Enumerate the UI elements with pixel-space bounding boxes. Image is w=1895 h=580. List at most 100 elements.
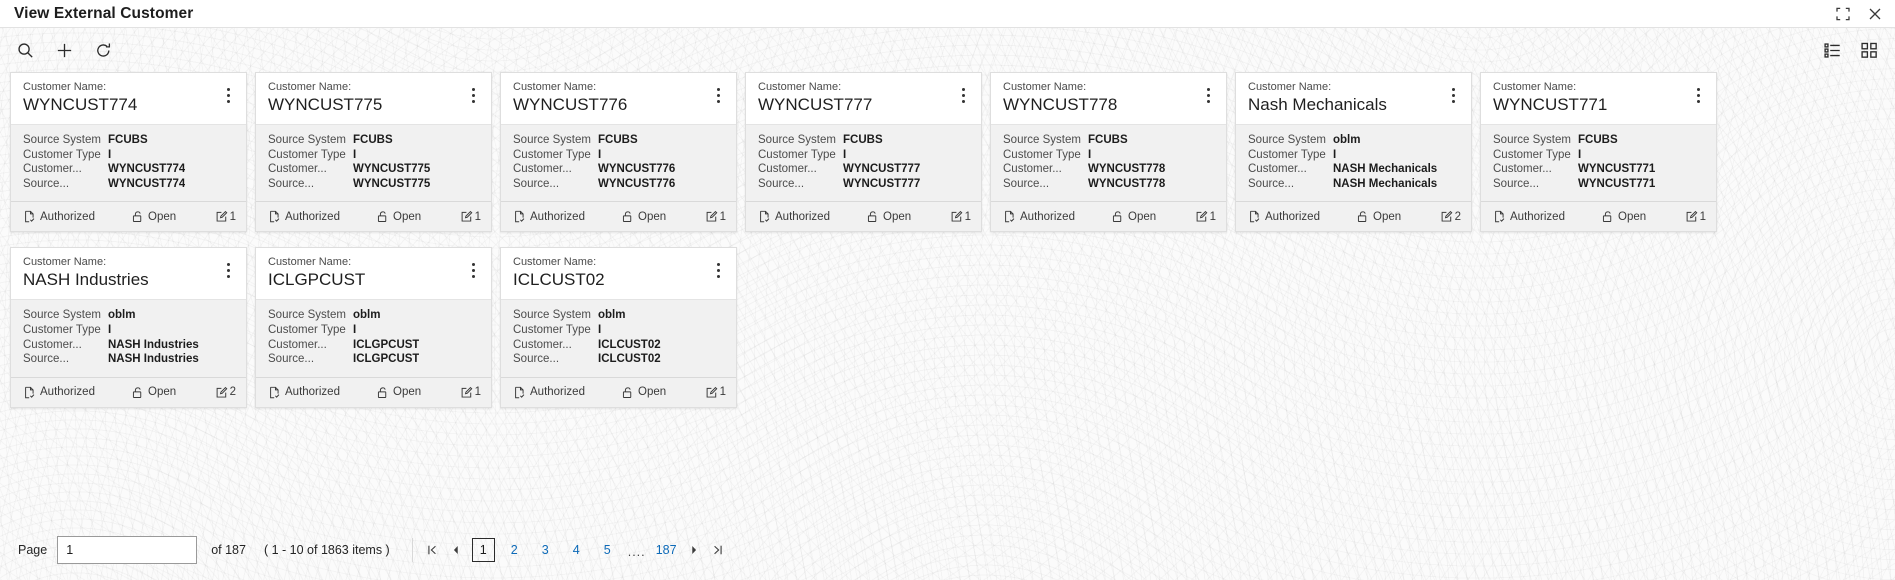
customer-name-value: WYNCUST777 [758, 95, 873, 114]
search-icon[interactable] [16, 41, 35, 60]
field-customer-type: Customer Type I [758, 148, 969, 163]
edit-square-icon [1685, 210, 1698, 223]
customer-card[interactable]: Customer Name: WYNCUST776 Source System FCU… [500, 72, 737, 233]
record-status-label: Open [883, 210, 912, 223]
grid-view-icon[interactable] [1860, 41, 1879, 60]
window-controls [1835, 0, 1883, 27]
field-source-reference: Source... WYNCUST774 [23, 177, 234, 192]
field-value: WYNCUST778 [1088, 163, 1166, 176]
card-header: Customer Name: WYNCUST775 [256, 73, 491, 124]
customer-card[interactable]: Customer Name: NASH Industries Source Syst… [10, 247, 247, 408]
field-value: NASH Industries [108, 338, 199, 351]
card-footer: Authorized Open 1 [256, 201, 491, 231]
field-key: Source... [758, 177, 805, 190]
pager-page-1[interactable]: 1 [471, 538, 495, 562]
list-view-icon[interactable] [1823, 41, 1842, 60]
field-value: ICLGPCUST [353, 338, 420, 351]
customer-name-label: Customer Name: [1003, 81, 1087, 93]
field-value: FCUBS [1578, 134, 1618, 146]
kebab-menu-icon[interactable] [1445, 84, 1461, 106]
kebab-menu-icon[interactable] [1200, 84, 1216, 106]
card-header-texts: Customer Name: ICLGPCUST [268, 255, 365, 291]
field-customer-number: Customer... ICLCUST02 [513, 338, 724, 353]
customer-card[interactable]: Customer Name: ICLGPCUST Source System oblm… [255, 247, 492, 408]
modification-count: 2 [1440, 210, 1461, 223]
edit-square-icon [950, 210, 963, 223]
previous-page-icon[interactable] [445, 538, 467, 562]
authorization-status-label: Authorized [285, 210, 340, 223]
next-page-icon[interactable] [683, 538, 705, 562]
card-body: Source System FCUBS Customer Type I Customer… [501, 124, 736, 201]
pager-page-last[interactable]: 187 [655, 538, 678, 562]
card-header: Customer Name: WYNCUST771 [1481, 73, 1716, 124]
refresh-icon[interactable] [94, 41, 113, 60]
field-source-reference: Source... ICLCUST02 [513, 352, 724, 367]
pager-page-2[interactable]: 2 [503, 538, 526, 562]
close-icon[interactable] [1867, 6, 1883, 22]
kebab-menu-icon[interactable] [710, 84, 726, 106]
edit-square-icon [215, 386, 228, 399]
card-footer: Authorized Open 2 [11, 376, 246, 407]
field-value: I [598, 323, 602, 336]
field-source-system: Source System FCUBS [513, 133, 724, 148]
kebab-menu-icon[interactable] [465, 259, 481, 281]
customer-card[interactable]: Customer Name: WYNCUST777 Source System FCU… [745, 72, 982, 233]
customer-card[interactable]: Customer Name: WYNCUST775 Source System FCU… [255, 72, 492, 233]
field-key: Customer Type [23, 323, 101, 336]
card-header: Customer Name: ICLGPCUST [256, 248, 491, 300]
record-status-label: Open [1618, 210, 1647, 223]
field-key: Source... [268, 177, 315, 190]
kebab-menu-icon[interactable] [220, 84, 236, 106]
restore-window-icon[interactable] [1835, 6, 1851, 22]
field-key: Customer Type [1493, 148, 1571, 161]
record-status-label: Open [393, 386, 422, 399]
card-header: Customer Name: WYNCUST774 [11, 73, 246, 124]
field-customer-number: Customer... WYNCUST777 [758, 162, 969, 177]
field-value: I [108, 323, 112, 336]
kebab-menu-icon[interactable] [1690, 84, 1706, 106]
go-to-first-page-icon[interactable] [421, 538, 443, 562]
pager-page-3[interactable]: 3 [534, 538, 557, 562]
customer-card[interactable]: Customer Name: ICLCUST02 Source System oblm… [500, 247, 737, 408]
customer-name-label: Customer Name: [23, 256, 107, 269]
field-source-system: Source System FCUBS [268, 133, 479, 148]
card-body: Source System FCUBS Customer Type I Customer… [746, 124, 981, 201]
document-check-icon [758, 210, 771, 223]
field-key: Source System [23, 309, 101, 322]
field-customer-number: Customer... WYNCUST775 [268, 162, 479, 177]
field-value: oblm [353, 309, 381, 322]
kebab-menu-icon[interactable] [220, 259, 236, 281]
go-to-last-page-icon[interactable] [707, 538, 729, 562]
unlock-icon [1601, 210, 1614, 223]
kebab-menu-icon[interactable] [465, 84, 481, 106]
field-customer-number: Customer... WYNCUST774 [23, 162, 234, 177]
customer-card[interactable]: Customer Name: WYNCUST771 Source System FCU… [1480, 72, 1717, 233]
field-source-system: Source System oblm [23, 308, 234, 323]
card-header: Customer Name: WYNCUST777 [746, 73, 981, 124]
field-source-reference: Source... NASH Industries [23, 352, 234, 367]
item-range-text: ( 1 - 10 of 1863 items ) [263, 543, 390, 557]
field-key: Customer Type [1248, 148, 1326, 161]
record-status-label: Open [148, 210, 177, 223]
document-check-icon [268, 210, 281, 223]
pager-page-5[interactable]: 5 [596, 538, 619, 562]
customer-name-value: Nash Mechanicals [1248, 95, 1387, 114]
field-value: WYNCUST777 [843, 163, 921, 176]
record-status-label: Open [1128, 210, 1157, 223]
kebab-menu-icon[interactable] [955, 84, 971, 106]
customer-card[interactable]: Customer Name: WYNCUST778 Source System FCU… [990, 72, 1227, 233]
field-value: I [1333, 148, 1337, 161]
field-value: FCUBS [108, 134, 148, 146]
pager-page-4[interactable]: 4 [565, 538, 588, 562]
field-customer-type: Customer Type I [268, 323, 479, 338]
customer-card[interactable]: Customer Name: Nash Mechanicals Source Sys… [1235, 72, 1472, 233]
field-key: Source System [758, 134, 836, 146]
field-key: Customer... [1003, 163, 1062, 176]
customer-card[interactable]: Customer Name: WYNCUST774 Source System FCU… [10, 72, 247, 233]
field-value: ICLCUST02 [598, 353, 661, 366]
customer-name-value: WYNCUST775 [268, 95, 383, 114]
page-number-input[interactable] [57, 536, 198, 564]
field-key: Source System [513, 134, 591, 146]
plus-icon[interactable] [55, 41, 74, 60]
kebab-menu-icon[interactable] [710, 259, 726, 281]
